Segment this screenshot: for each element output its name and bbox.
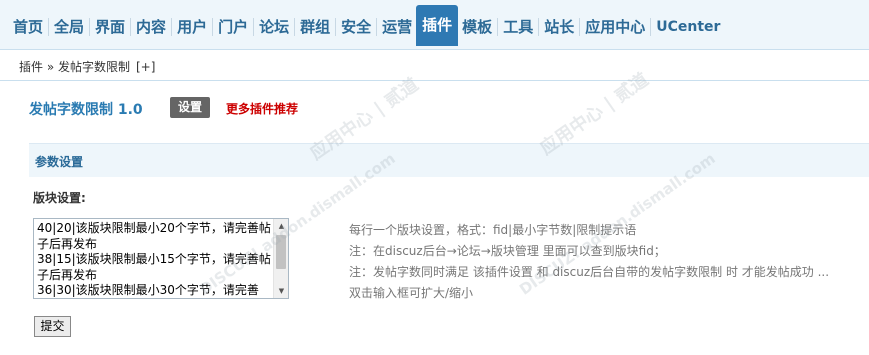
top-navigation: 首页 全局 界面 内容 用户 门户 论坛 群组 安全 运营 插件 模板 工具 站… — [0, 0, 869, 50]
submit-button[interactable]: 提交 — [34, 316, 71, 337]
tip-line: 每行一个版块设置，格式：fid|最小字节数|限制提示语 — [349, 223, 637, 237]
breadcrumb-path: 插件 » 发帖字数限制 — [19, 60, 130, 74]
scroll-thumb[interactable] — [276, 235, 286, 269]
scroll-up-icon[interactable]: ▲ — [274, 219, 288, 233]
nav-global[interactable]: 全局 — [50, 8, 88, 46]
nav-operation[interactable]: 运营 — [378, 8, 416, 46]
nav-content[interactable]: 内容 — [132, 8, 170, 46]
nav-plugin[interactable]: 插件 — [416, 5, 459, 46]
tip-line: 注：在discuz后台→论坛→版块管理 里面可以查到版块fid； — [349, 244, 666, 258]
forum-settings-textarea[interactable]: 40|20|该版块限制最小20个字节，请完善帖子后再发布 38|15|该版块限制… — [33, 218, 289, 299]
nav-group[interactable]: 群组 — [296, 8, 334, 46]
plugin-title: 发帖字数限制 1.0 — [29, 102, 143, 118]
forum-settings-label: 版块设置: — [33, 191, 86, 205]
top-nav-items: 首页 全局 界面 内容 用户 门户 论坛 群组 安全 运营 插件 模板 工具 站… — [9, 5, 724, 46]
tip-line: 注：发帖字数同时满足 该插件设置 和 discuz后台自带的发帖字数限制 时 才… — [349, 265, 830, 279]
nav-portal[interactable]: 门户 — [214, 8, 252, 46]
nav-forum[interactable]: 论坛 — [255, 8, 293, 46]
tip-line: 双击输入框可扩大/缩小 — [349, 286, 474, 300]
section-title: 参数设置 — [35, 155, 84, 169]
nav-ucenter[interactable]: UCenter — [652, 8, 724, 46]
help-tips: 每行一个版块设置，格式：fid|最小字节数|限制提示语 注：在discuz后台→… — [349, 220, 829, 304]
nav-webmaster[interactable]: 站长 — [540, 8, 578, 46]
breadcrumb-add-button[interactable]: [+] — [136, 60, 155, 74]
nav-home[interactable]: 首页 — [9, 8, 47, 46]
nav-interface[interactable]: 界面 — [91, 8, 129, 46]
textarea-scrollbar[interactable]: ▲ ▼ — [273, 219, 288, 298]
nav-template[interactable]: 模板 — [458, 8, 496, 46]
plugin-settings-button[interactable]: 设置 — [170, 97, 210, 118]
nav-app-center[interactable]: 应用中心 — [581, 8, 649, 46]
more-plugins-link[interactable]: 更多插件推荐 — [226, 100, 298, 117]
breadcrumb: 插件 » 发帖字数限制 [+] — [0, 50, 869, 81]
nav-security[interactable]: 安全 — [337, 8, 375, 46]
section-header: 参数设置 — [29, 143, 869, 177]
textarea-content[interactable]: 40|20|该版块限制最小20个字节，请完善帖子后再发布 38|15|该版块限制… — [37, 221, 271, 298]
scroll-down-icon[interactable]: ▼ — [274, 284, 288, 298]
nav-user[interactable]: 用户 — [173, 8, 211, 46]
nav-tools[interactable]: 工具 — [499, 8, 537, 46]
